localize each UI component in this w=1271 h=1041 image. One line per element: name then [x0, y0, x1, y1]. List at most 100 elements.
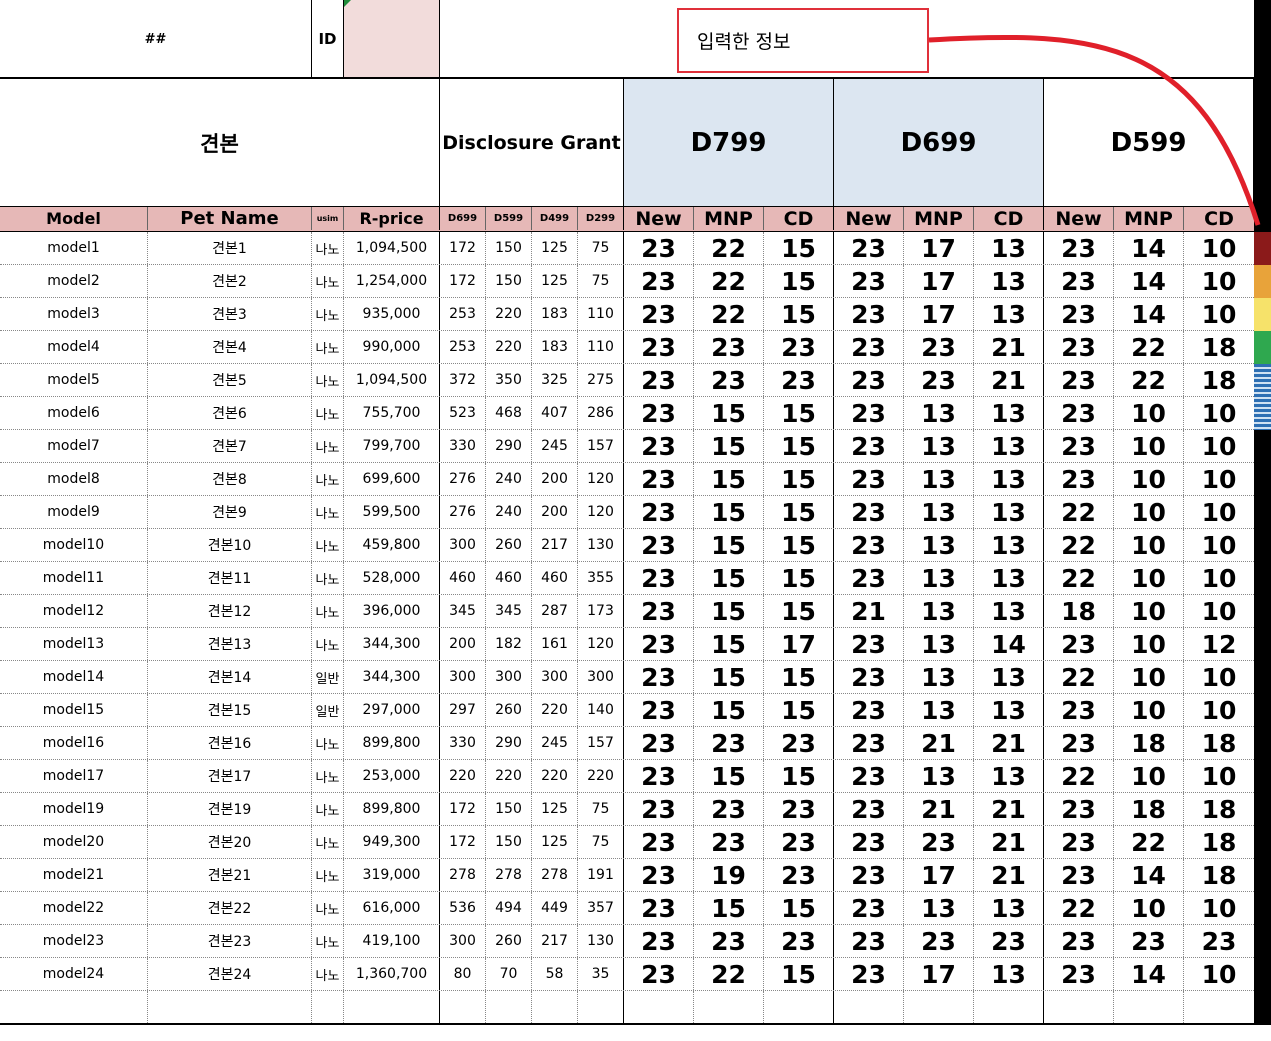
grant-d599-cell[interactable]: 300	[486, 661, 532, 693]
value-d699-cd-cell[interactable]	[974, 991, 1044, 1023]
value-d599-cd-cell[interactable]: 10	[1184, 265, 1254, 297]
value-d699-mnp-cell[interactable]: 17	[904, 298, 974, 330]
value-d699-mnp-cell[interactable]: 17	[904, 265, 974, 297]
value-d699-new-cell[interactable]: 23	[834, 694, 904, 726]
value-d699-mnp-cell[interactable]: 13	[904, 892, 974, 924]
value-d699-new-cell[interactable]: 23	[834, 298, 904, 330]
usim-cell[interactable]: 일반	[312, 661, 344, 693]
value-d799-mnp-cell[interactable]: 22	[694, 232, 764, 264]
value-d699-mnp-cell[interactable]: 23	[904, 925, 974, 957]
model-cell[interactable]: model7	[0, 430, 148, 462]
value-d699-mnp-cell[interactable]: 13	[904, 430, 974, 462]
usim-cell[interactable]: 나노	[312, 529, 344, 561]
grant-d299-cell[interactable]: 75	[578, 793, 624, 825]
model-cell[interactable]: model21	[0, 859, 148, 891]
pet-name-cell[interactable]: 견본22	[148, 892, 312, 924]
grant-d499-cell[interactable]: 183	[532, 298, 578, 330]
col-d599-cd[interactable]: CD	[1184, 207, 1254, 230]
value-d599-cd-cell[interactable]: 10	[1184, 958, 1254, 990]
value-d599-cd-cell[interactable]: 10	[1184, 892, 1254, 924]
value-d699-new-cell[interactable]: 23	[834, 958, 904, 990]
value-d799-cd-cell[interactable]: 23	[764, 859, 834, 891]
value-d599-mnp-cell[interactable]: 10	[1114, 463, 1184, 495]
value-d699-cd-cell[interactable]: 13	[974, 463, 1044, 495]
grant-d299-cell[interactable]: 357	[578, 892, 624, 924]
grant-d499-cell[interactable]: 245	[532, 727, 578, 759]
grant-d299-cell[interactable]: 130	[578, 529, 624, 561]
grant-d299-cell[interactable]: 120	[578, 496, 624, 528]
rprice-cell[interactable]: 319,000	[344, 859, 440, 891]
value-d699-mnp-cell[interactable]: 17	[904, 958, 974, 990]
grant-d699-cell[interactable]: 330	[440, 430, 486, 462]
value-d599-cd-cell[interactable]: 18	[1184, 331, 1254, 363]
pet-name-cell[interactable]: 견본5	[148, 364, 312, 396]
value-d799-new-cell[interactable]: 23	[624, 694, 694, 726]
value-d599-cd-cell[interactable]: 18	[1184, 364, 1254, 396]
rprice-cell[interactable]: 344,300	[344, 661, 440, 693]
model-cell[interactable]: model2	[0, 265, 148, 297]
usim-cell[interactable]: 나노	[312, 892, 344, 924]
col-usim[interactable]: usim	[312, 207, 344, 230]
value-d599-cd-cell[interactable]: 18	[1184, 727, 1254, 759]
value-d699-new-cell[interactable]: 23	[834, 463, 904, 495]
value-d599-mnp-cell[interactable]: 10	[1114, 529, 1184, 561]
grant-d299-cell[interactable]: 220	[578, 760, 624, 792]
value-d599-new-cell[interactable]: 23	[1044, 958, 1114, 990]
value-d699-cd-cell[interactable]: 14	[974, 628, 1044, 660]
pet-name-cell[interactable]: 견본11	[148, 562, 312, 594]
grant-d699-cell[interactable]: 80	[440, 958, 486, 990]
value-d699-mnp-cell[interactable]: 17	[904, 859, 974, 891]
value-d699-new-cell[interactable]: 23	[834, 727, 904, 759]
value-d599-new-cell[interactable]: 22	[1044, 496, 1114, 528]
grant-d299-cell[interactable]: 120	[578, 628, 624, 660]
model-cell[interactable]: model5	[0, 364, 148, 396]
usim-cell[interactable]: 나노	[312, 958, 344, 990]
pet-name-cell[interactable]: 견본19	[148, 793, 312, 825]
value-d799-mnp-cell[interactable]: 23	[694, 826, 764, 858]
value-d799-mnp-cell[interactable]: 15	[694, 463, 764, 495]
usim-cell[interactable]: 나노	[312, 727, 344, 759]
grant-d699-cell[interactable]	[440, 991, 486, 1023]
value-d799-new-cell[interactable]: 23	[624, 727, 694, 759]
value-d599-new-cell[interactable]: 23	[1044, 364, 1114, 396]
value-d799-new-cell[interactable]: 23	[624, 628, 694, 660]
col-d699-new[interactable]: New	[834, 207, 904, 230]
value-d699-new-cell[interactable]: 23	[834, 496, 904, 528]
usim-cell[interactable]: 나노	[312, 430, 344, 462]
grant-d499-cell[interactable]: 125	[532, 793, 578, 825]
grant-d499-cell[interactable]: 449	[532, 892, 578, 924]
model-cell[interactable]: model8	[0, 463, 148, 495]
grant-d599-cell[interactable]: 350	[486, 364, 532, 396]
value-d599-mnp-cell[interactable]: 10	[1114, 628, 1184, 660]
grant-d299-cell[interactable]: 191	[578, 859, 624, 891]
value-d599-cd-cell[interactable]: 10	[1184, 562, 1254, 594]
usim-cell[interactable]	[312, 991, 344, 1023]
value-d599-cd-cell[interactable]: 10	[1184, 397, 1254, 429]
grant-d599-cell[interactable]: 260	[486, 529, 532, 561]
value-d799-mnp-cell[interactable]: 15	[694, 397, 764, 429]
value-d799-mnp-cell[interactable]: 15	[694, 694, 764, 726]
col-grant-d299[interactable]: D299	[578, 207, 624, 230]
grant-d499-cell[interactable]: 245	[532, 430, 578, 462]
value-d699-new-cell[interactable]: 23	[834, 760, 904, 792]
usim-cell[interactable]: 나노	[312, 298, 344, 330]
value-d599-mnp-cell[interactable]: 10	[1114, 496, 1184, 528]
value-d799-cd-cell[interactable]: 23	[764, 331, 834, 363]
usim-cell[interactable]: 일반	[312, 694, 344, 726]
value-d699-mnp-cell[interactable]: 13	[904, 496, 974, 528]
grant-d699-cell[interactable]: 536	[440, 892, 486, 924]
value-d599-mnp-cell[interactable]: 10	[1114, 760, 1184, 792]
value-d799-mnp-cell[interactable]: 15	[694, 529, 764, 561]
grant-d299-cell[interactable]: 35	[578, 958, 624, 990]
value-d799-cd-cell[interactable]: 15	[764, 265, 834, 297]
pet-name-cell[interactable]: 견본13	[148, 628, 312, 660]
value-d599-new-cell[interactable]: 23	[1044, 298, 1114, 330]
value-d599-new-cell[interactable]: 23	[1044, 793, 1114, 825]
model-cell[interactable]	[0, 991, 148, 1023]
value-d799-mnp-cell[interactable]: 19	[694, 859, 764, 891]
rprice-cell[interactable]: 990,000	[344, 331, 440, 363]
value-d599-new-cell[interactable]: 23	[1044, 628, 1114, 660]
rprice-cell[interactable]	[344, 991, 440, 1023]
grant-d499-cell[interactable]: 220	[532, 694, 578, 726]
value-d599-cd-cell[interactable]: 18	[1184, 793, 1254, 825]
